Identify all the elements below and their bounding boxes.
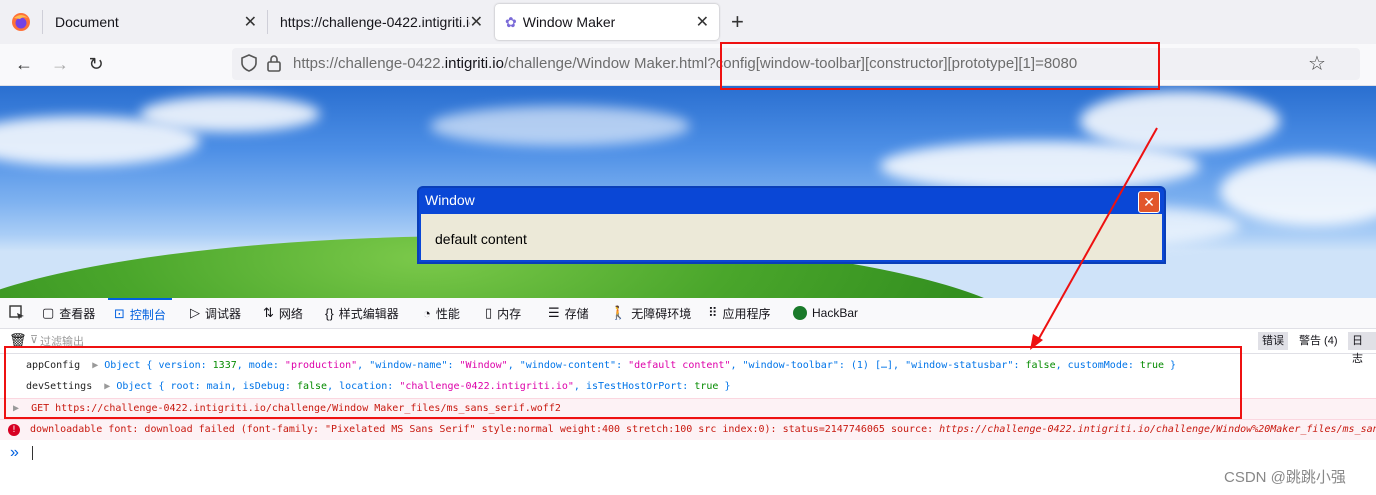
annotation-arrow	[1030, 127, 1158, 350]
